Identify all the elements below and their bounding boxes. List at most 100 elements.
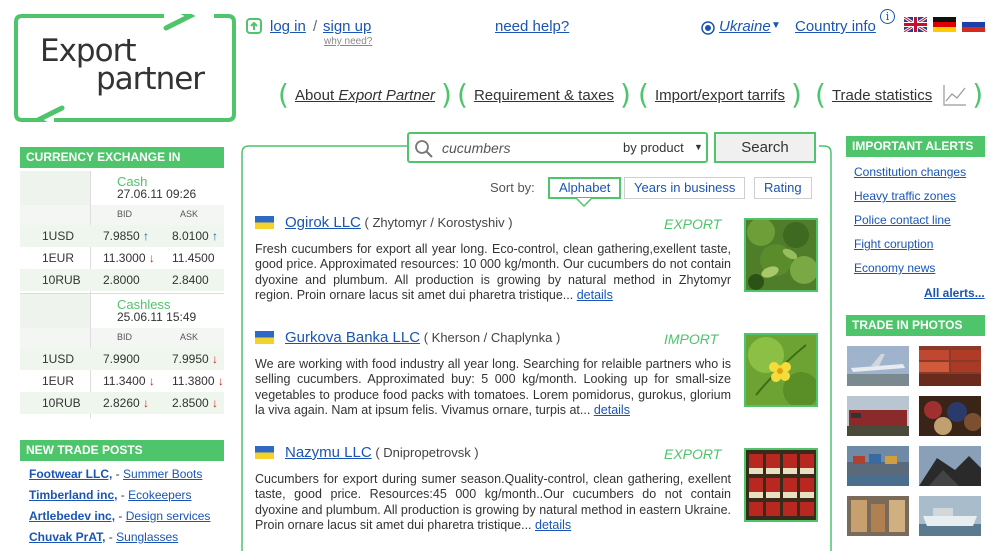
trade-type: EXPORT [664, 216, 722, 232]
details-link[interactable]: details [577, 288, 613, 302]
currency-code: 1EUR [42, 374, 75, 388]
photo-ship[interactable] [919, 496, 981, 536]
login-link[interactable]: log in [270, 18, 306, 35]
arrow-down-icon: ↓ [139, 396, 150, 410]
country-info-link[interactable]: Country info [795, 18, 876, 35]
partner-name[interactable]: Ogirok LLC [285, 214, 361, 231]
trade-post-company[interactable]: Chuvak PrAT, [29, 530, 105, 544]
bid-value: 11.3400 ↓ [103, 374, 155, 388]
partner-name[interactable]: Gurkova Banka LLC [285, 329, 420, 346]
currency-row: 1EUR 11.3000 ↓ 11.4500 [20, 247, 224, 269]
cash-bid-header: BID [117, 209, 133, 219]
uk-flag-icon[interactable] [904, 17, 927, 32]
alert-link[interactable]: Fight coruption [854, 237, 933, 251]
nav-about[interactable]: (About Export Partner) [278, 78, 452, 112]
bid-value: 2.8000 [103, 273, 140, 287]
germany-flag-icon[interactable] [933, 17, 956, 32]
alert-link[interactable]: Heavy traffic zones [854, 189, 956, 203]
trade-post-separator: - [115, 509, 126, 523]
result-photo[interactable] [744, 448, 818, 522]
sort-rating[interactable]: Rating [754, 177, 812, 199]
search-mode-select[interactable]: by product [623, 140, 684, 155]
details-link[interactable]: details [594, 403, 630, 417]
signup-link[interactable]: sign up [323, 18, 371, 35]
ukraine-flag-icon [255, 216, 274, 229]
search-button[interactable]: Search [714, 132, 816, 163]
ask-value: 11.3800 ↓ [172, 374, 224, 388]
nav-tarrifs-label: Import/export tarrifs [654, 86, 785, 104]
cash-date: 27.06.11 09:26 [117, 187, 197, 201]
photo-train[interactable] [847, 396, 909, 436]
result-description: We are working with food industry all ye… [255, 357, 731, 417]
trade-post-category[interactable]: Summer Boots [123, 467, 202, 481]
trade-post-company[interactable]: Footwear LLC, [29, 467, 112, 481]
trade-post-category[interactable]: Sunglasses [116, 530, 178, 544]
cucumber-plant-image [746, 220, 816, 290]
currency-row: 10RUB 2.8000 2.8400 [20, 269, 224, 291]
need-help-link[interactable]: need help? [495, 18, 569, 35]
photo-coal[interactable] [919, 446, 981, 486]
arrow-down-icon: ↓ [208, 396, 219, 410]
trade-post-item: Timberland inc, - Ecokeepers [29, 488, 192, 502]
sort-alphabet[interactable]: Alphabet [548, 177, 622, 199]
photo-airplane[interactable] [847, 346, 909, 386]
photo-warehouse[interactable] [847, 496, 909, 536]
ask-value: 11.4500 [172, 251, 215, 265]
nav-statistics-label: Trade statistics [831, 86, 933, 104]
result-photo[interactable] [744, 218, 818, 292]
currency-row: 10RUB 2.8260 ↓ 2.8500 ↓ [20, 392, 224, 414]
alert-link[interactable]: Constitution changes [854, 165, 966, 179]
login-separator: / [313, 18, 318, 35]
why-need-link[interactable]: why need? [324, 36, 372, 47]
search-field[interactable]: cucumbers by product ▼ [407, 132, 708, 163]
partner-location: ( Kherson / Chaplynka ) [423, 330, 561, 345]
search-input[interactable]: cucumbers [442, 140, 510, 156]
photo-containers[interactable] [919, 346, 981, 386]
russia-flag-icon[interactable] [962, 17, 985, 32]
details-link[interactable]: details [535, 518, 571, 532]
trade-type: EXPORT [664, 446, 722, 462]
logo-line-2: partner [96, 61, 205, 97]
trade-post-item: Artlebedev inc, - Design services [29, 509, 210, 523]
trade-post-category[interactable]: Ecokeepers [128, 488, 191, 502]
ask-value: 2.8400 [172, 273, 209, 287]
nav-tarrifs[interactable]: (Import/export tarrifs) [638, 78, 802, 112]
bid-value: 7.9850 ↑ [103, 229, 150, 243]
sort-active-pointer-icon [576, 198, 592, 207]
nav-statistics[interactable]: (Trade statistics ) [815, 78, 983, 112]
partner-name[interactable]: Nazymu LLC [285, 444, 372, 461]
currency-row: 1USD 7.9850 ↑ 8.0100 ↑ [20, 225, 224, 247]
radio-selected-icon [701, 21, 715, 35]
arrow-down-icon: ↓ [145, 374, 155, 388]
trade-type: IMPORT [664, 331, 719, 347]
cashless-bid-header: BID [117, 332, 133, 342]
trade-post-category[interactable]: Design services [126, 509, 211, 523]
coal-image [919, 446, 981, 486]
photo-port[interactable] [847, 446, 909, 486]
trade-posts-heading: NEW TRADE POSTS [20, 440, 224, 461]
bid-value: 7.9900 [103, 352, 140, 366]
search-icon [415, 140, 433, 158]
trade-post-company[interactable]: Artlebedev inc, [29, 509, 115, 523]
arrow-down-icon: ↓ [214, 374, 224, 388]
info-icon[interactable]: i [880, 9, 895, 24]
alert-link[interactable]: Economy news [854, 261, 935, 275]
cashless-date: 25.06.11 15:49 [117, 310, 197, 324]
trade-post-separator: - [105, 530, 117, 544]
alert-link[interactable]: Police contact line [854, 213, 951, 227]
sort-years[interactable]: Years in business [624, 177, 746, 199]
nav-requirements[interactable]: (Requirement & taxes) [457, 78, 631, 112]
result-photo[interactable] [744, 333, 818, 407]
sort-label: Sort by: [490, 180, 535, 195]
ask-value: 8.0100 ↑ [172, 229, 219, 243]
trade-post-company[interactable]: Timberland inc, [29, 488, 117, 502]
train-image [847, 396, 909, 436]
site-logo[interactable]: Export partner [14, 14, 236, 122]
photo-market[interactable] [919, 396, 981, 436]
country-selector[interactable]: Ukraine [719, 18, 771, 35]
trade-post-item: Footwear LLC, - Summer Boots [29, 467, 202, 481]
currency-code: 10RUB [42, 396, 81, 410]
all-alerts-link[interactable]: All alerts... [924, 286, 985, 300]
cucumber-flower-image [746, 335, 816, 405]
currency-code: 1EUR [42, 251, 75, 265]
